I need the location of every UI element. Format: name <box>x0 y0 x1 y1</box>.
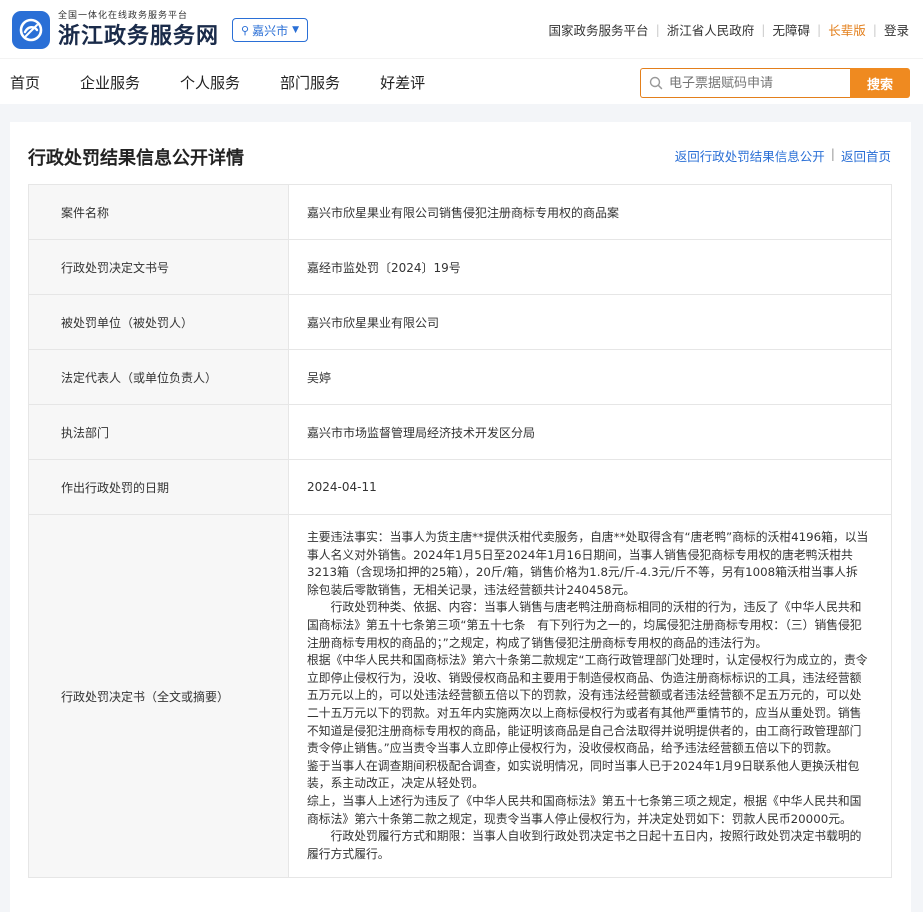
divider: | <box>655 22 660 37</box>
table-row: 法定代表人（或单位负责人） 吴婷 <box>28 349 892 405</box>
table-row: 被处罚单位（被处罚人） 嘉兴市欣星果业有限公司 <box>28 294 892 350</box>
row-label: 案件名称 <box>28 184 289 240</box>
link-login[interactable]: 登录 <box>884 20 909 39</box>
nav-department-services[interactable]: 部门服务 <box>280 72 340 93</box>
row-label: 作出行政处罚的日期 <box>28 459 289 515</box>
decision-paragraph: 行政处罚履行方式和期限：当事人自收到行政处罚决定书之日起十五日内，按照行政处罚决… <box>307 829 862 861</box>
row-label: 被处罚单位（被处罚人） <box>28 294 289 350</box>
logo-title: 浙江政务服务网 <box>58 23 220 49</box>
nav-personal-services[interactable]: 个人服务 <box>180 72 240 93</box>
city-selector[interactable]: ⚲ 嘉兴市 ▼ <box>232 18 308 42</box>
top-links: 国家政务服务平台 | 浙江省人民政府 | 无障碍 | 长辈版 | 登录 <box>549 20 909 39</box>
main-nav: 首页 企业服务 个人服务 部门服务 好差评 搜索 <box>0 58 923 104</box>
detail-table: 案件名称 嘉兴市欣星果业有限公司销售侵犯注册商标专用权的商品案 行政处罚决定文书… <box>28 184 892 879</box>
location-pin-icon: ⚲ <box>241 23 250 37</box>
row-label: 法定代表人（或单位负责人） <box>28 349 289 405</box>
search-input[interactable] <box>669 75 839 91</box>
row-value: 嘉经市监处罚〔2024〕19号 <box>288 239 892 295</box>
back-to-list-link[interactable]: 返回行政处罚结果信息公开 <box>675 146 825 165</box>
decision-paragraph: 综上，当事人上述行为违反了《中华人民共和国商标法》第五十七条第三项之规定，根据《… <box>307 793 862 826</box>
decision-text: 主要违法事实：当事人为货主唐**提供沃柑代卖服务，自唐**处取得含有“唐老鸭”商… <box>288 513 892 879</box>
nav-enterprise-services[interactable]: 企业服务 <box>80 72 140 93</box>
site-logo[interactable]: 全国一体化在线政务服务平台 浙江政务服务网 <box>12 10 219 50</box>
search-icon <box>649 76 663 90</box>
table-row-decision: 行政处罚决定书（全文或摘要） 主要违法事实：当事人为货主唐**提供沃柑代卖服务，… <box>28 513 892 879</box>
row-label: 行政处罚决定书（全文或摘要） <box>28 513 289 879</box>
table-row: 作出行政处罚的日期 2024-04-11 <box>28 459 892 515</box>
row-value: 吴婷 <box>288 349 892 405</box>
city-name: 嘉兴市 <box>252 23 289 38</box>
row-value: 嘉兴市市场监督管理局经济技术开发区分局 <box>288 404 892 460</box>
decision-paragraph: 主要违法事实：当事人为货主唐**提供沃柑代卖服务，自唐**处取得含有“唐老鸭”商… <box>307 530 869 597</box>
detail-card: 行政处罚结果信息公开详情 返回行政处罚结果信息公开 | 返回首页 案件名称 嘉兴… <box>10 122 911 912</box>
link-zhejiang-gov[interactable]: 浙江省人民政府 <box>667 20 755 39</box>
table-row: 行政处罚决定文书号 嘉经市监处罚〔2024〕19号 <box>28 239 892 295</box>
link-elder-mode[interactable]: 长辈版 <box>828 20 866 39</box>
caret-down-icon: ▼ <box>292 25 299 35</box>
nav-evaluation[interactable]: 好差评 <box>380 72 425 93</box>
row-value: 嘉兴市欣星果业有限公司销售侵犯注册商标专用权的商品案 <box>288 184 892 240</box>
link-national-platform[interactable]: 国家政务服务平台 <box>549 20 649 39</box>
divider: | <box>817 22 822 37</box>
divider: | <box>761 22 766 37</box>
search-box[interactable] <box>640 68 850 98</box>
top-header: 全国一体化在线政务服务平台 浙江政务服务网 ⚲ 嘉兴市 ▼ 国家政务服务平台 |… <box>0 0 923 58</box>
divider: | <box>872 22 877 37</box>
decision-paragraph: 鉴于当事人在调查期间积极配合调查，如实说明情况，同时当事人已于2024年1月9日… <box>307 758 860 791</box>
page-title: 行政处罚结果信息公开详情 <box>28 148 244 169</box>
decision-paragraph: 行政处罚种类、依据、内容：当事人销售与唐老鸭注册商标相同的沃柑的行为，违反了《中… <box>307 600 862 650</box>
back-home-link[interactable]: 返回首页 <box>841 146 891 165</box>
row-value: 2024-04-11 <box>288 459 892 515</box>
table-row: 案件名称 嘉兴市欣星果业有限公司销售侵犯注册商标专用权的商品案 <box>28 184 892 240</box>
link-accessibility[interactable]: 无障碍 <box>773 20 811 39</box>
logo-subtitle: 全国一体化在线政务服务平台 <box>58 11 189 21</box>
table-row: 执法部门 嘉兴市市场监督管理局经济技术开发区分局 <box>28 404 892 460</box>
row-label: 执法部门 <box>28 404 289 460</box>
nav-home[interactable]: 首页 <box>10 72 40 93</box>
page-links: 返回行政处罚结果信息公开 | 返回首页 <box>675 146 891 165</box>
search-bar: 搜索 <box>640 68 910 98</box>
row-value: 嘉兴市欣星果业有限公司 <box>288 294 892 350</box>
search-button[interactable]: 搜索 <box>850 68 910 98</box>
decision-paragraph: 根据《中华人民共和国商标法》第六十条第二款规定“工商行政管理部门处理时，认定侵权… <box>307 653 868 756</box>
divider: | <box>830 146 835 161</box>
row-label: 行政处罚决定文书号 <box>28 239 289 295</box>
logo-icon <box>12 11 50 49</box>
